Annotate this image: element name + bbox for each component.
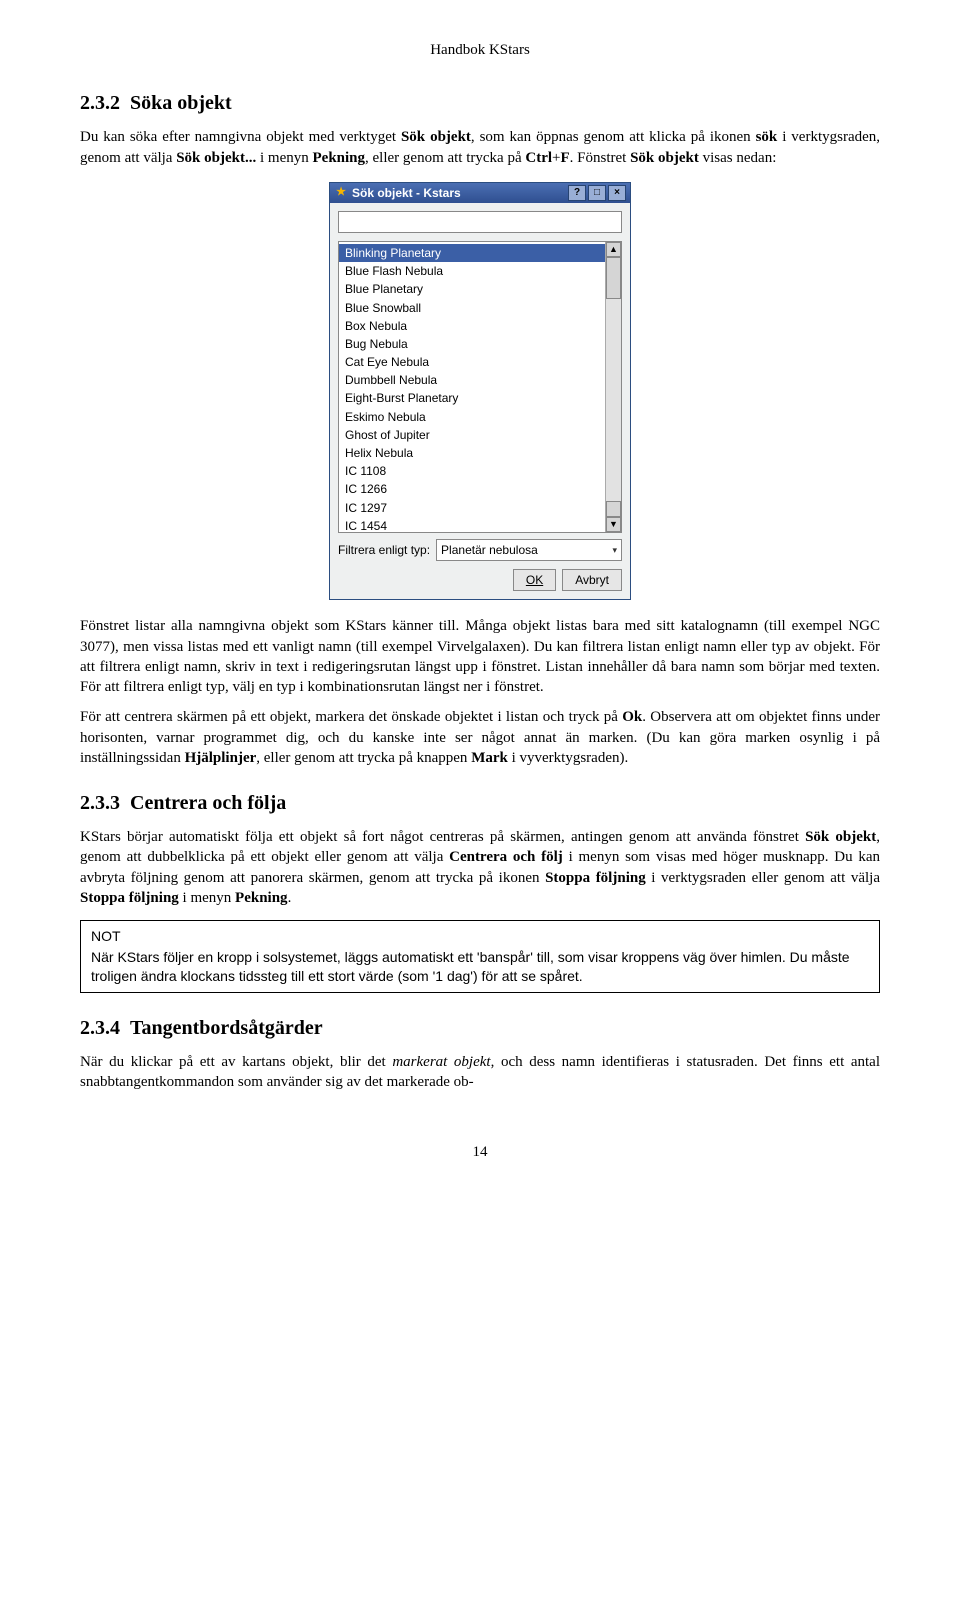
app-icon: ★ bbox=[334, 186, 348, 200]
scroll-down-icon[interactable]: ▼ bbox=[606, 517, 621, 532]
section-232-number: 2.3.2 bbox=[80, 92, 120, 114]
filter-combobox[interactable]: Planetär nebulosa ▾ bbox=[436, 539, 622, 561]
close-button[interactable]: × bbox=[608, 185, 626, 201]
section-232-title: Söka objekt bbox=[130, 92, 232, 114]
list-item[interactable]: IC 1108 bbox=[339, 462, 605, 480]
maximize-button[interactable]: □ bbox=[588, 185, 606, 201]
dialog-body: Blinking Planetary Blue Flash Nebula Blu… bbox=[330, 203, 630, 599]
t: Pekning bbox=[313, 150, 366, 166]
scrollbar[interactable]: ▲ ▼ bbox=[605, 242, 621, 532]
list-item[interactable]: Eskimo Nebula bbox=[339, 408, 605, 426]
list-item[interactable]: Blinking Planetary bbox=[339, 244, 605, 262]
list-item[interactable]: Eight-Burst Planetary bbox=[339, 389, 605, 407]
scroll-thumb[interactable] bbox=[606, 501, 621, 517]
help-button[interactable]: ? bbox=[568, 185, 586, 201]
ok-label: OK bbox=[526, 573, 543, 587]
t: , eller genom att trycka på knappen bbox=[256, 750, 471, 766]
t: Mark bbox=[471, 750, 508, 766]
t: Sök objekt bbox=[401, 129, 471, 145]
list-item[interactable]: Ghost of Jupiter bbox=[339, 426, 605, 444]
filter-label: Filtrera enligt typ: bbox=[338, 542, 430, 558]
search-input[interactable] bbox=[338, 211, 622, 233]
object-list[interactable]: Blinking Planetary Blue Flash Nebula Blu… bbox=[338, 241, 622, 533]
t: Sök objekt bbox=[630, 150, 699, 166]
dialog-title: Sök objekt - Kstars bbox=[348, 185, 566, 201]
t: När du klickar på ett av kartans objekt,… bbox=[80, 1054, 392, 1070]
t: , som kan öppnas genom att klicka på iko… bbox=[471, 129, 756, 145]
page-header: Handbok KStars bbox=[80, 40, 880, 60]
section-232-heading: 2.3.2 Söka objekt bbox=[80, 90, 880, 117]
t: F bbox=[561, 150, 570, 166]
list-item[interactable]: Blue Planetary bbox=[339, 280, 605, 298]
cancel-label: Avbryt bbox=[575, 573, 609, 587]
list-item[interactable]: IC 1297 bbox=[339, 499, 605, 517]
t: + bbox=[552, 150, 560, 166]
note-body: När KStars följer en kropp i solsystemet… bbox=[91, 948, 869, 986]
t: . Fönstret bbox=[570, 150, 630, 166]
list-item[interactable]: Bug Nebula bbox=[339, 335, 605, 353]
section-232-para3: För att centrera skärmen på ett objekt, … bbox=[80, 707, 880, 768]
section-232-para1: Du kan söka efter namngivna objekt med v… bbox=[80, 127, 880, 168]
list-item[interactable]: Dumbbell Nebula bbox=[339, 371, 605, 389]
section-232-para2: Fönstret listar alla namngivna objekt so… bbox=[80, 616, 880, 697]
t: i menyn bbox=[256, 150, 312, 166]
list-item[interactable]: Box Nebula bbox=[339, 317, 605, 335]
t: Ctrl bbox=[525, 150, 552, 166]
section-233-title: Centrera och följa bbox=[130, 792, 286, 814]
t: Du kan söka efter namngivna objekt med v… bbox=[80, 129, 401, 145]
section-233-heading: 2.3.3 Centrera och följa bbox=[80, 790, 880, 817]
section-234-heading: 2.3.4 Tangentbordsåtgärder bbox=[80, 1015, 880, 1042]
t: Stoppa följning bbox=[80, 890, 179, 906]
section-233-para: KStars börjar automatiskt följa ett obje… bbox=[80, 827, 880, 908]
scroll-up-icon[interactable]: ▲ bbox=[606, 242, 621, 257]
t: Sök objekt bbox=[805, 829, 876, 845]
section-234-title: Tangentbordsåtgärder bbox=[130, 1017, 323, 1039]
t: i vyverktygsraden). bbox=[508, 750, 628, 766]
list-item[interactable]: Blue Snowball bbox=[339, 299, 605, 317]
cancel-button[interactable]: Avbryt bbox=[562, 569, 622, 591]
search-dialog: ★ Sök objekt - Kstars ? □ × Blinking Pla… bbox=[329, 182, 631, 601]
list-item[interactable]: Blue Flash Nebula bbox=[339, 262, 605, 280]
scroll-thumb[interactable] bbox=[606, 257, 621, 299]
list-item[interactable]: Helix Nebula bbox=[339, 444, 605, 462]
t: Stoppa följning bbox=[545, 870, 646, 886]
t: , eller genom att trycka på bbox=[365, 150, 525, 166]
t: Centrera och följ bbox=[449, 849, 563, 865]
t: Sök objekt... bbox=[176, 150, 256, 166]
section-233-number: 2.3.3 bbox=[80, 792, 120, 814]
t: sök bbox=[756, 129, 778, 145]
t: Pekning bbox=[235, 890, 288, 906]
t: markerat objekt bbox=[392, 1054, 490, 1070]
t: Hjälplinjer bbox=[185, 750, 257, 766]
page-number: 14 bbox=[80, 1142, 880, 1162]
section-234-number: 2.3.4 bbox=[80, 1017, 120, 1039]
dialog-titlebar[interactable]: ★ Sök objekt - Kstars ? □ × bbox=[330, 183, 630, 203]
note-title: NOT bbox=[91, 927, 869, 946]
t: För att centrera skärmen på ett objekt, … bbox=[80, 709, 622, 725]
list-item[interactable]: IC 1454 bbox=[339, 517, 605, 533]
list-item[interactable]: Cat Eye Nebula bbox=[339, 353, 605, 371]
ok-button[interactable]: OK bbox=[513, 569, 556, 591]
t: i verktygsraden eller genom att välja bbox=[646, 870, 880, 886]
section-234-para: När du klickar på ett av kartans objekt,… bbox=[80, 1052, 880, 1093]
list-item[interactable]: IC 1266 bbox=[339, 480, 605, 498]
t: visas nedan: bbox=[699, 150, 776, 166]
t: . bbox=[288, 890, 292, 906]
filter-value: Planetär nebulosa bbox=[441, 542, 538, 558]
chevron-down-icon: ▾ bbox=[612, 544, 617, 556]
t: Ok bbox=[622, 709, 642, 725]
t: i menyn bbox=[179, 890, 235, 906]
note-box: NOT När KStars följer en kropp i solsyst… bbox=[80, 920, 880, 993]
t: KStars börjar automatiskt följa ett obje… bbox=[80, 829, 805, 845]
